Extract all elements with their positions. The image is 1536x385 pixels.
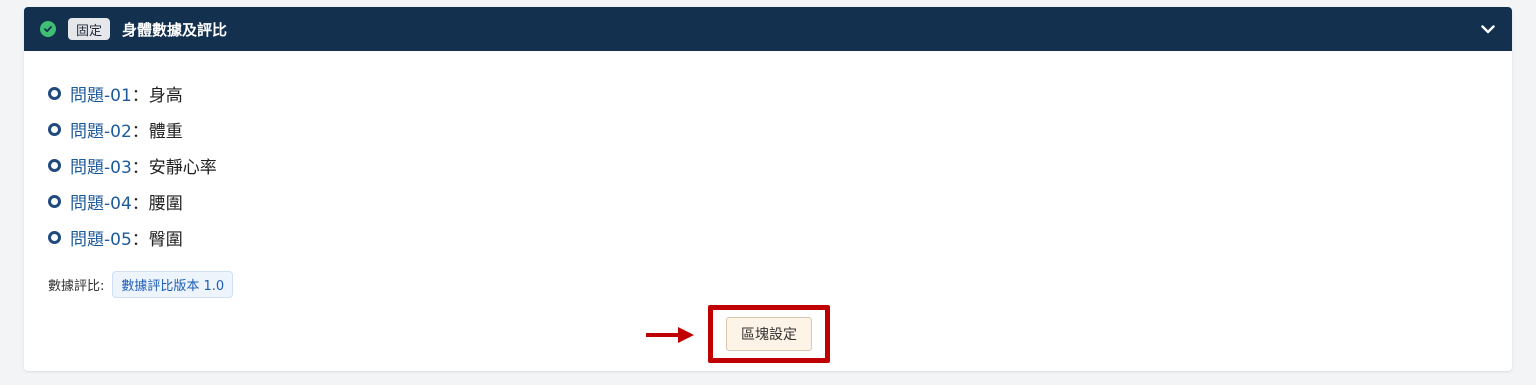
question-colon: ： [131, 85, 149, 106]
question-link[interactable]: 問題-03 [70, 153, 132, 178]
question-text: 安靜心率 [148, 157, 217, 178]
question-link[interactable]: 問題-05 [70, 225, 132, 250]
question-item: 問題-05 ： 臀圍 [48, 219, 217, 255]
bullet-icon [48, 194, 61, 208]
chevron-down-icon[interactable] [1480, 21, 1496, 37]
evaluation-label: 數據評比: [48, 279, 105, 294]
question-item: 問題-03 ： 安靜心率 [48, 147, 217, 183]
question-list: 問題-01 ： 身高 問題-02 ： 體重 問題-03 ： 安靜心率 問題-04… [48, 75, 217, 255]
bullet-icon [48, 86, 61, 100]
question-colon: ： [131, 121, 149, 142]
red-arrow-icon [646, 327, 694, 343]
question-link[interactable]: 問題-02 [70, 117, 132, 142]
question-text: 臀圍 [148, 229, 183, 250]
highlight-box: 區塊設定 [708, 305, 830, 363]
question-colon: ： [131, 193, 149, 214]
block-settings-button[interactable]: 區塊設定 [726, 317, 812, 351]
evaluation-version-tag[interactable]: 數據評比版本 1.0 [112, 271, 234, 298]
question-item: 問題-04 ： 腰圍 [48, 183, 217, 219]
question-link[interactable]: 問題-04 [70, 189, 132, 214]
question-colon: ： [131, 229, 149, 250]
question-colon: ： [131, 157, 149, 178]
section-card: 固定 身體數據及評比 問題-01 ： 身高 問題-02 ： 體重 問題-03 ：… [24, 7, 1512, 371]
question-text: 體重 [148, 121, 183, 142]
question-item: 問題-01 ： 身高 [48, 75, 217, 111]
bullet-icon [48, 230, 61, 244]
check-circle-icon [40, 21, 56, 37]
bullet-icon [48, 158, 61, 172]
bullet-icon [48, 122, 61, 136]
question-link[interactable]: 問題-01 [70, 81, 132, 106]
question-text: 身高 [148, 85, 183, 106]
evaluation-row: 數據評比: 數據評比版本 1.0 [48, 271, 234, 298]
section-title: 身體數據及評比 [122, 20, 228, 39]
question-item: 問題-02 ： 體重 [48, 111, 217, 147]
question-text: 腰圍 [148, 193, 183, 214]
fixed-badge: 固定 [68, 18, 111, 40]
section-header[interactable]: 固定 身體數據及評比 [24, 7, 1512, 51]
